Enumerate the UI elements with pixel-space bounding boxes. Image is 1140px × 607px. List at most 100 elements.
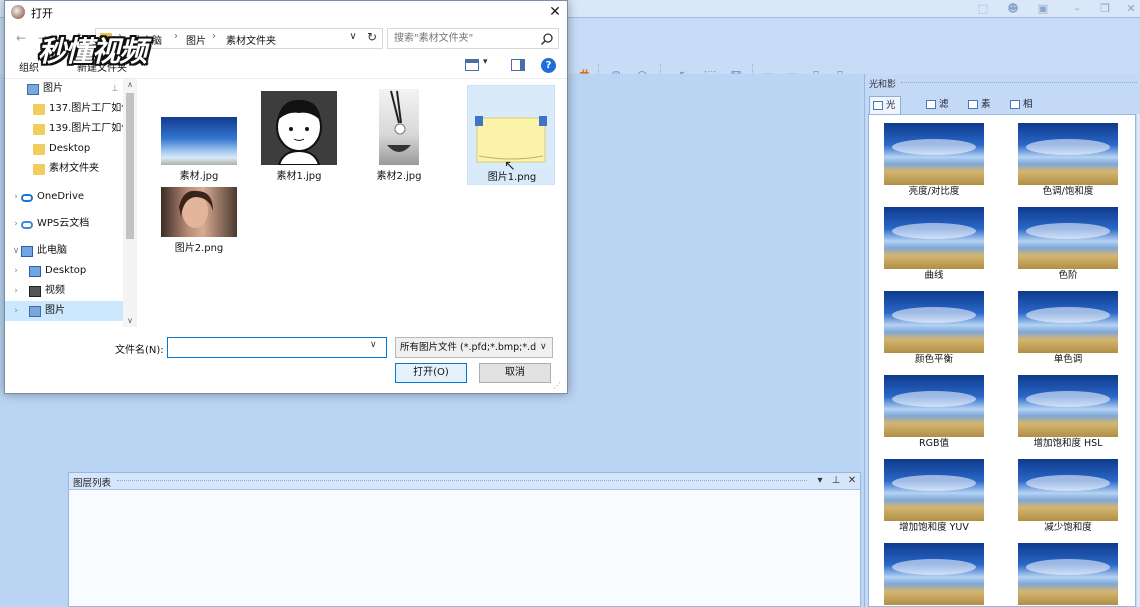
effect-item[interactable]: 颜色平衡 <box>884 291 984 367</box>
effect-item[interactable]: RGB值 <box>884 375 984 451</box>
file-type-value: 所有图片文件 (*.pfd;*.bmp;*.d <box>400 342 537 353</box>
chevron-right-icon[interactable]: › <box>11 187 21 207</box>
right-panel: 光和影 光和影滤镜素材相框 亮度/对比度 色调/饱和度曲线 色阶颜色平衡 单色调 RGB… <box>864 74 1140 607</box>
minimize-icon[interactable]: – <box>1068 1 1086 17</box>
search-icon[interactable] <box>540 32 554 46</box>
effect-item[interactable]: 增加饱和度 HSL <box>1018 375 1118 451</box>
scroll-thumb[interactable] <box>126 93 134 239</box>
organize-button[interactable]: 组织 <box>19 59 39 74</box>
effect-thumbnail <box>884 291 984 353</box>
effect-item[interactable] <box>1018 543 1118 606</box>
close-icon[interactable]: ✕ <box>543 1 567 23</box>
panel-close-icon[interactable]: ✕ <box>845 474 859 488</box>
effect-item[interactable]: 曲线 <box>884 207 984 283</box>
cancel-button[interactable]: 取消 <box>479 363 551 383</box>
effect-label: 增加饱和度 YUV <box>899 522 969 533</box>
file-thumbnail <box>161 187 237 237</box>
panel-tab[interactable]: 相框 <box>1007 96 1037 128</box>
panel-tab[interactable]: 素材 <box>965 96 995 128</box>
chevron-right-icon[interactable]: › <box>11 301 21 321</box>
wps-cloud-icon <box>21 221 33 229</box>
nav-item[interactable]: 图片 ⊥ <box>5 79 123 99</box>
effect-thumbnail <box>1018 375 1118 437</box>
onedrive-icon <box>21 194 33 202</box>
folder-icon <box>33 144 45 155</box>
effect-item[interactable]: 色阶 <box>1018 207 1118 283</box>
breadcrumb-pictures[interactable]: 图片 <box>186 32 206 47</box>
effect-item[interactable]: 增加饱和度 YUV <box>884 459 984 535</box>
search-box[interactable] <box>387 28 559 49</box>
nav-scrollbar[interactable]: ∧ ∨ <box>123 79 137 327</box>
nav-item[interactable]: › Desktop <box>5 261 123 281</box>
nav-item-label: 此电脑 <box>37 245 67 256</box>
effect-item[interactable]: 减少饱和度 <box>1018 459 1118 535</box>
filename-input[interactable] <box>172 340 362 355</box>
effect-item[interactable]: 色调/饱和度 <box>1018 123 1118 199</box>
refresh-icon[interactable]: ↻ <box>364 30 380 44</box>
nav-item-label: OneDrive <box>37 191 85 202</box>
preview-pane-icon[interactable] <box>511 59 525 71</box>
chevron-down-icon[interactable]: ∨ <box>11 241 21 261</box>
app-user-icon[interactable]: ☻ <box>1004 1 1022 17</box>
effect-item[interactable] <box>884 543 984 606</box>
nav-item[interactable]: Desktop <box>5 139 123 159</box>
file-type-select[interactable]: 所有图片文件 (*.pfd;*.bmp;*.d ∨ <box>395 337 553 358</box>
resize-grip-icon[interactable]: ⋰ <box>553 381 561 390</box>
file-list: 素材.jpg 素材1.jpg 素材2.jpg 图片1.png ↖ 图片2.png <box>137 79 567 327</box>
effect-thumbnail <box>1018 543 1118 605</box>
folder-icon <box>33 124 45 135</box>
nav-item[interactable]: ∨ 此电脑 <box>5 241 123 261</box>
right-panel-title: 光和影 <box>869 80 897 90</box>
chevron-right-icon[interactable]: › <box>11 214 21 234</box>
file-item[interactable]: 素材.jpg <box>155 85 243 185</box>
tab-icon <box>968 100 978 109</box>
chevron-down-icon[interactable]: ∨ <box>370 340 377 350</box>
nav-item-label: 139.图片工厂如何 <box>49 123 123 134</box>
tab-icon <box>926 100 936 109</box>
filename-label: 文件名(N): <box>115 345 164 356</box>
breadcrumb-current-folder[interactable]: 素材文件夹 <box>226 32 276 47</box>
panel-tab[interactable]: 滤镜 <box>923 96 953 128</box>
nav-item[interactable]: 139.图片工厂如何 <box>5 119 123 139</box>
chevron-right-icon[interactable]: › <box>11 261 21 281</box>
nav-item[interactable]: › 视频 <box>5 281 123 301</box>
nav-item[interactable]: 素材文件夹 <box>5 159 123 179</box>
effects-grid: 亮度/对比度 色调/饱和度曲线 色阶 颜色平衡 单色调 RGB值 增加饱和度 HSL 增加饱和… <box>868 114 1136 607</box>
effect-label: 色调/饱和度 <box>1042 186 1094 197</box>
dialog-title-bar: 打开 ✕ <box>5 1 567 23</box>
file-item[interactable]: 素材2.jpg <box>355 85 443 185</box>
effect-label: RGB值 <box>919 438 949 449</box>
open-button[interactable]: 打开(O) <box>395 363 467 383</box>
app-frame-icon[interactable]: ⬚ <box>974 1 992 17</box>
file-item[interactable]: 图片1.png ↖ <box>467 85 555 185</box>
effect-thumbnail <box>1018 291 1118 353</box>
panel-menu-icon[interactable]: ▾ <box>813 474 827 488</box>
nav-item[interactable]: › WPS云文档 <box>5 214 123 234</box>
filename-combobox[interactable]: ∨ <box>167 337 387 358</box>
chevron-down-icon[interactable]: ∨ <box>346 31 360 42</box>
restore-icon[interactable]: ❐ <box>1096 1 1114 17</box>
file-item[interactable]: 素材1.jpg <box>255 85 343 185</box>
chevron-down-icon[interactable]: ∨ <box>540 338 547 357</box>
pin-icon[interactable]: ⊥ <box>829 474 843 488</box>
effect-thumbnail <box>884 375 984 437</box>
effect-item[interactable]: 亮度/对比度 <box>884 123 984 199</box>
nav-item[interactable]: › OneDrive <box>5 187 123 207</box>
panel-tab[interactable]: 光和影 <box>869 96 901 147</box>
app-close-icon[interactable]: ✕ <box>1122 1 1140 17</box>
app-skin-icon[interactable]: ▣ <box>1034 1 1052 17</box>
search-input[interactable] <box>394 31 534 46</box>
back-icon[interactable]: ← <box>13 29 29 47</box>
file-thumbnail <box>261 91 337 166</box>
change-view-icon[interactable] <box>465 59 479 71</box>
nav-item[interactable]: › 图片 <box>5 301 123 321</box>
file-item[interactable]: 图片2.png <box>155 183 243 283</box>
chevron-right-icon[interactable]: › <box>11 281 21 301</box>
effect-item[interactable]: 单色调 <box>1018 291 1118 367</box>
scroll-up-icon[interactable]: ∧ <box>123 79 137 91</box>
effect-label: 增加饱和度 HSL <box>1033 438 1103 449</box>
scroll-down-icon[interactable]: ∨ <box>123 315 137 327</box>
nav-item[interactable]: 137.图片工厂如何 <box>5 99 123 119</box>
help-icon[interactable]: ? <box>541 58 556 73</box>
chevron-down-icon[interactable]: ▾ <box>483 57 488 67</box>
